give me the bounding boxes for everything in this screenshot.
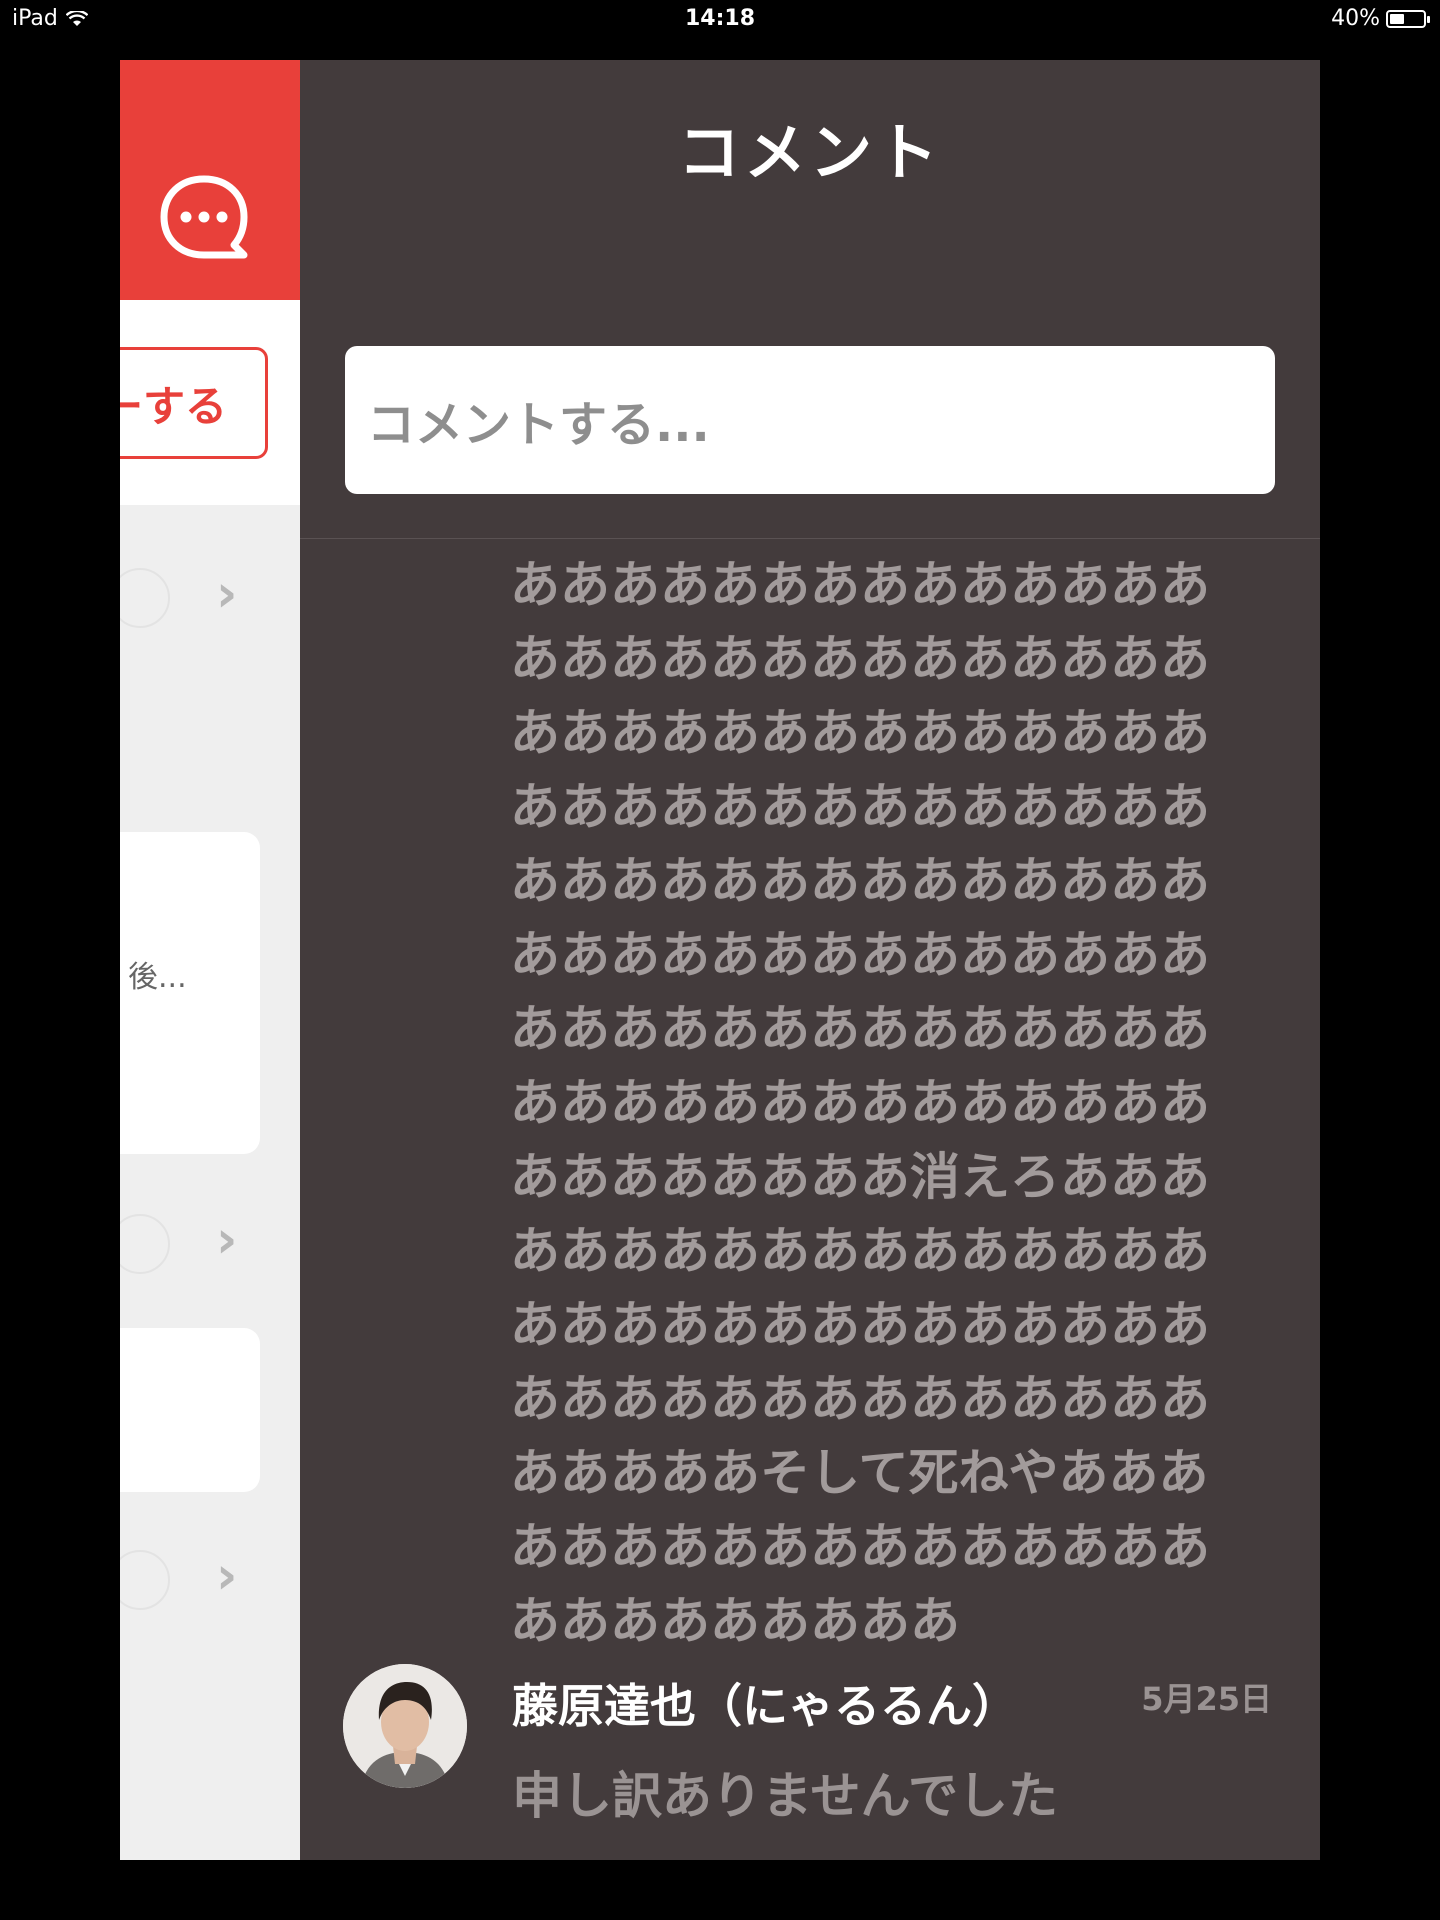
panel-title: コメント: [677, 116, 942, 189]
avatar-image: [343, 1664, 467, 1788]
chevron-right-icon[interactable]: ›: [216, 564, 237, 624]
comment-body: ああああああああああああああああああああああああああああああああああああああああ…: [510, 556, 1210, 1650]
underlying-page: ーする › 後... › ›: [120, 60, 300, 1860]
underlying-card[interactable]: [120, 1328, 260, 1492]
comment-panel: コメント コメントする... あああああああああああああああああああああああああ…: [300, 60, 1320, 1860]
row-icon-circle: [120, 568, 170, 628]
comment-input[interactable]: コメントする...: [345, 346, 1275, 494]
underlying-card[interactable]: 後...: [120, 832, 260, 1154]
row-icon-circle: [120, 1550, 170, 1610]
status-right: 40%: [1331, 6, 1430, 31]
battery-icon: [1386, 9, 1430, 28]
card-snippet: 後...: [128, 960, 187, 995]
status-bar: iPad 14:18 40%: [0, 0, 1440, 40]
app-screen: ーする › 後... › › コメント コメントする... ああああああああああ…: [120, 60, 1320, 1860]
comment-bubble-icon[interactable]: [158, 173, 250, 265]
chevron-right-icon[interactable]: ›: [216, 1210, 237, 1270]
chevron-right-icon[interactable]: ›: [216, 1546, 237, 1606]
divider: [300, 538, 1320, 539]
avatar[interactable]: [343, 1664, 467, 1788]
follow-button-label: ーする: [120, 381, 227, 431]
comment-input-placeholder: コメントする...: [367, 397, 710, 453]
comment-author[interactable]: 藤原達也（にゃるるん）: [512, 1670, 1018, 1736]
battery-percent: 40%: [1331, 6, 1380, 31]
underlying-header: [120, 60, 300, 300]
row-icon-circle: [120, 1214, 170, 1274]
follow-button[interactable]: ーする: [120, 347, 268, 459]
status-time: 14:18: [684, 6, 756, 31]
comment-date: 5月25日: [1141, 1680, 1272, 1718]
comment-body: 申し訳ありませんでした: [512, 1767, 1058, 1825]
